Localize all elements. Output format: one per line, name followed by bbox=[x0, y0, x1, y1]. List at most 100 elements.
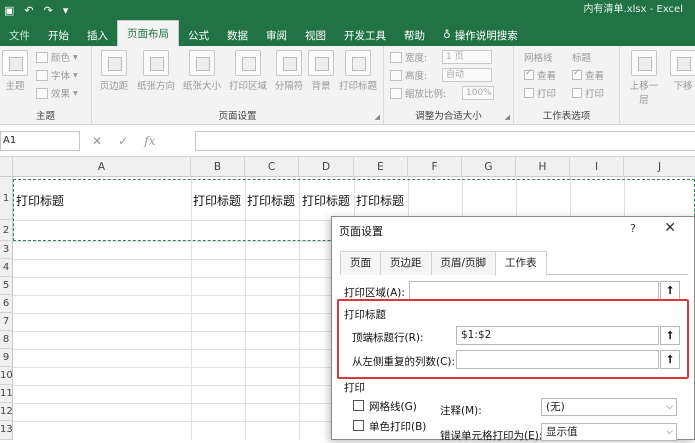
tab-sheet[interactable]: 工作表 bbox=[495, 251, 547, 276]
column-header-a[interactable]: A bbox=[13, 157, 191, 177]
width-control[interactable]: 宽度: 1 页 bbox=[390, 50, 492, 64]
formula-input[interactable] bbox=[195, 131, 695, 151]
column-header-f[interactable]: F bbox=[408, 157, 462, 177]
themes-button[interactable]: 主题 bbox=[2, 50, 28, 92]
top-rows-input[interactable]: $1:$2 bbox=[456, 326, 659, 345]
enter-icon[interactable]: ✓ bbox=[118, 131, 128, 151]
gridlines-heading: 网格线 bbox=[524, 53, 553, 64]
row-header-2[interactable]: 2 bbox=[0, 220, 13, 241]
tab-developer[interactable]: 开发工具 bbox=[335, 24, 395, 46]
row-header-1[interactable]: 1 bbox=[0, 177, 13, 220]
print-area-button[interactable]: 打印区域 bbox=[226, 50, 270, 92]
height-control[interactable]: 高度: 自动 bbox=[390, 68, 492, 82]
breaks-button[interactable]: 分隔符 bbox=[272, 50, 306, 92]
bring-forward-button[interactable]: 上移一层 bbox=[626, 50, 662, 106]
column-header-e[interactable]: E bbox=[354, 157, 408, 177]
mono-checkbox[interactable] bbox=[353, 420, 364, 431]
column-header-i[interactable]: I bbox=[570, 157, 624, 177]
themes-label: 主题 bbox=[5, 81, 25, 92]
quick-access-toolbar: ▣ ↶ ↷ ▾ bbox=[4, 2, 68, 18]
checkbox-icon bbox=[524, 88, 534, 98]
gridlines-print-checkbox[interactable]: 打印 bbox=[524, 86, 556, 100]
colors-button[interactable]: 颜色 ▾ bbox=[36, 50, 78, 64]
column-header-h[interactable]: H bbox=[516, 157, 570, 177]
fonts-button[interactable]: 字体 ▾ bbox=[36, 68, 78, 82]
gridlines-view-checkbox[interactable]: 查看 bbox=[524, 68, 556, 82]
errors-dropdown[interactable]: 显示值 ⌵ bbox=[541, 423, 677, 441]
tab-view[interactable]: 视图 bbox=[296, 24, 335, 46]
print-titles-button[interactable]: 打印标题 bbox=[336, 50, 380, 92]
view-label: 查看 bbox=[585, 71, 605, 82]
width-label: 宽度: bbox=[405, 53, 428, 64]
column-header-j[interactable]: J bbox=[624, 157, 695, 177]
effects-button[interactable]: 效果 ▾ bbox=[36, 86, 78, 100]
background-button[interactable]: 背景 bbox=[308, 50, 334, 92]
tab-page-layout[interactable]: 页面布局 bbox=[117, 20, 179, 46]
row-header-12[interactable]: 12 bbox=[0, 403, 13, 421]
tab-home[interactable]: 开始 bbox=[39, 24, 78, 46]
cancel-icon[interactable]: ✕ bbox=[92, 131, 102, 151]
tab-page[interactable]: 页面 bbox=[340, 251, 381, 275]
help-button[interactable]: ? bbox=[630, 222, 636, 235]
top-rows-label: 顶端标题行(R): bbox=[352, 332, 424, 344]
row-header-11[interactable]: 11 bbox=[0, 385, 13, 403]
headings-view-checkbox[interactable]: 查看 bbox=[572, 68, 604, 82]
sheet-options-group: 网格线 标题 查看 查看 打印 打印 工作表选项 bbox=[514, 46, 620, 125]
tab-formulas[interactable]: 公式 bbox=[179, 24, 218, 46]
effects-icon bbox=[36, 87, 48, 99]
close-button[interactable]: ✕ bbox=[664, 220, 676, 236]
scale-launcher-icon[interactable]: ◢ bbox=[505, 113, 510, 121]
headings-print-checkbox[interactable]: 打印 bbox=[572, 86, 604, 100]
page-setup-dialog: 页面设置 ? ✕ 页面 页边距 页眉/页脚 工作表 打印区域(A): ⭡ 打印标… bbox=[331, 216, 695, 442]
redo-icon[interactable]: ↷ bbox=[44, 4, 53, 17]
row-header-9[interactable]: 9 bbox=[0, 349, 13, 367]
left-cols-input[interactable] bbox=[456, 350, 659, 369]
fx-icon[interactable]: fx bbox=[144, 131, 155, 151]
tab-file[interactable]: 文件 bbox=[0, 24, 39, 46]
size-button[interactable]: 纸张大小 bbox=[180, 50, 224, 92]
print-label: 打印 bbox=[537, 89, 557, 100]
tab-data[interactable]: 数据 bbox=[218, 24, 257, 46]
scale-group-label: 调整为合适大小 bbox=[415, 111, 482, 122]
tab-help[interactable]: 帮助 bbox=[395, 24, 434, 46]
print-area-icon bbox=[235, 50, 261, 76]
row-header-13[interactable]: 13 bbox=[0, 421, 13, 440]
row-header-5[interactable]: 5 bbox=[0, 277, 13, 295]
print-area-collapse-icon[interactable]: ⭡ bbox=[660, 281, 680, 300]
print-area-input[interactable] bbox=[409, 281, 659, 300]
row-header-3[interactable]: 3 bbox=[0, 241, 13, 259]
column-header-c[interactable]: C bbox=[245, 157, 299, 177]
mono-label: 单色打印(B) bbox=[369, 421, 427, 433]
gridlines-checkbox[interactable] bbox=[353, 400, 364, 411]
scale-control[interactable]: 缩放比例: 100% bbox=[390, 86, 494, 100]
view-label: 查看 bbox=[537, 71, 557, 82]
orientation-button[interactable]: 纸张方向 bbox=[134, 50, 178, 92]
tab-margins[interactable]: 页边距 bbox=[380, 251, 432, 275]
width-icon bbox=[390, 51, 402, 63]
row-header-6[interactable]: 6 bbox=[0, 295, 13, 313]
save-icon[interactable]: ▣ bbox=[4, 4, 14, 17]
margins-button[interactable]: 页边距 bbox=[96, 50, 132, 92]
top-rows-collapse-icon[interactable]: ⭡ bbox=[660, 326, 680, 345]
send-backward-button[interactable]: 下移 bbox=[668, 50, 695, 92]
chevron-down-icon: ⌵ bbox=[666, 427, 673, 437]
name-box[interactable]: A1 bbox=[0, 131, 80, 151]
column-header-g[interactable]: G bbox=[462, 157, 516, 177]
comments-dropdown[interactable]: (无) ⌵ bbox=[541, 398, 677, 416]
row-header-10[interactable]: 10 bbox=[0, 367, 13, 385]
effects-label: 效果 bbox=[51, 89, 71, 100]
tab-insert[interactable]: 插入 bbox=[78, 24, 117, 46]
row-header-8[interactable]: 8 bbox=[0, 331, 13, 349]
tab-review[interactable]: 审阅 bbox=[257, 24, 296, 46]
row-header-4[interactable]: 4 bbox=[0, 259, 13, 277]
page-setup-launcher-icon[interactable]: ◢ bbox=[375, 113, 380, 121]
undo-icon[interactable]: ↶ bbox=[24, 4, 33, 17]
row-header-7[interactable]: 7 bbox=[0, 313, 13, 331]
tab-header-footer[interactable]: 页眉/页脚 bbox=[430, 251, 497, 275]
tell-me-search[interactable]: ♁ 操作说明搜索 bbox=[434, 24, 527, 46]
left-cols-collapse-icon[interactable]: ⭡ bbox=[660, 350, 680, 369]
select-all-corner[interactable] bbox=[0, 157, 13, 177]
column-header-b[interactable]: B bbox=[191, 157, 245, 177]
customize-qat-icon[interactable]: ▾ bbox=[63, 4, 69, 17]
column-header-d[interactable]: D bbox=[299, 157, 354, 177]
